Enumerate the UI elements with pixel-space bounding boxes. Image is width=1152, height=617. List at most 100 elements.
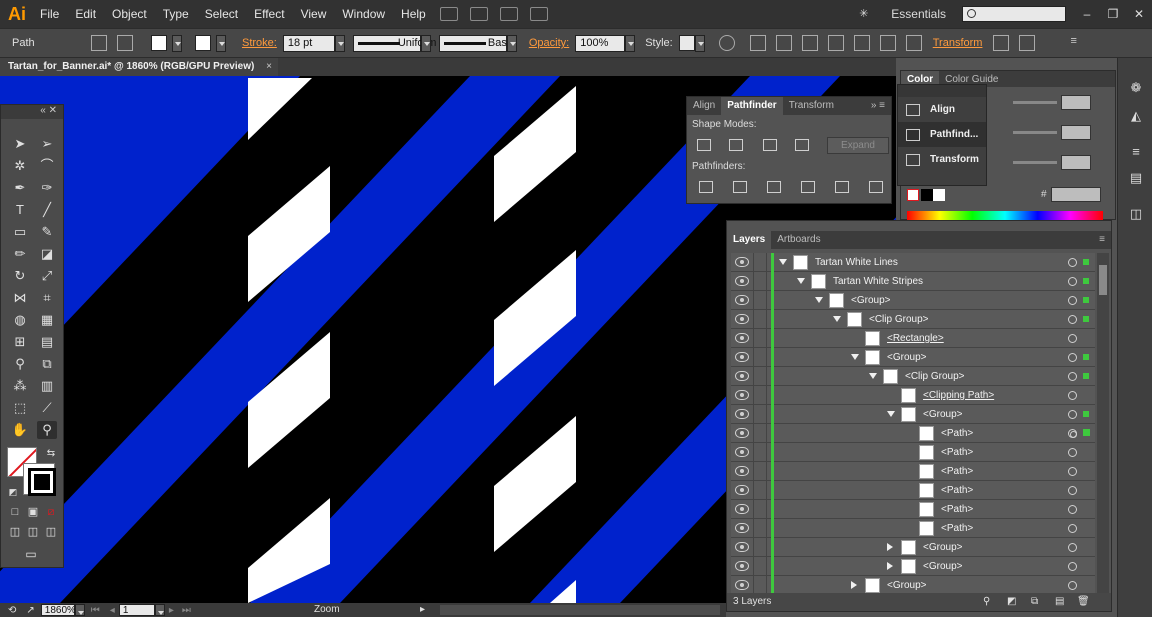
column-graph-tool-icon[interactable]: ▥ [37,377,57,395]
target-circle-icon[interactable] [1068,581,1077,590]
selection-tool-icon[interactable]: ➤ [10,135,30,153]
artboard-dropdown[interactable] [154,604,165,616]
profile-dropdown[interactable] [420,34,431,52]
target-circle-icon[interactable] [1068,296,1077,305]
minimize-button[interactable]: – [1076,7,1098,21]
lasso-tool-icon[interactable]: ⌒ [37,157,57,175]
layer-row[interactable]: <Group> [731,291,1095,310]
lock-toggle[interactable] [753,481,767,500]
create-sublayer-icon[interactable]: ⧉ [1031,593,1038,611]
artboard-tool-icon[interactable]: ⬚ [10,399,30,417]
align-right-icon[interactable] [827,35,844,51]
search-flyout-icon[interactable]: ✳ [859,7,877,21]
flyout-item-pathfinder[interactable]: Pathfind... [898,122,986,147]
crop-icon[interactable] [801,181,815,193]
target-circle-icon[interactable] [1068,486,1077,495]
flyout-item-align[interactable]: Align [898,97,986,122]
align-left-icon[interactable] [775,35,792,51]
fill-dropdown[interactable] [172,34,182,52]
width-tool-icon[interactable]: ⋈ [10,289,30,307]
layer-row[interactable]: <Path> [731,424,1095,443]
color-value-field[interactable] [1061,95,1091,110]
target-circle-icon[interactable] [1068,524,1077,533]
color-mode-icon[interactable]: □ [5,503,25,521]
type-tool-icon[interactable]: T [10,201,30,219]
rotate-view-icon[interactable]: ⟲ [8,605,16,616]
collapse-triangle-icon[interactable] [779,259,787,265]
color-slider[interactable] [1013,131,1057,134]
none-mode-icon[interactable]: ⧄ [41,503,61,521]
align-center-icon[interactable] [801,35,818,51]
visibility-eye-icon[interactable] [735,333,749,343]
bridge-icon[interactable] [439,7,458,21]
layer-row[interactable]: Tartan White Lines [731,253,1095,272]
menu-effect[interactable]: Effect [246,0,292,28]
eraser-tool-icon[interactable]: ◪ [37,245,57,263]
layer-name[interactable]: <Path> [941,500,973,519]
collapse-triangle-icon[interactable] [815,297,823,303]
black-swatch[interactable] [921,189,933,201]
visibility-eye-icon[interactable] [735,580,749,590]
stroke-weight-dropdown[interactable] [334,34,345,52]
last-artboard-icon[interactable]: ⏭ [182,605,191,616]
rotate-tool-icon[interactable]: ↻ [10,267,30,285]
slice-tool-icon[interactable]: ⟋ [37,399,57,417]
curvature-tool-icon[interactable]: ✑ [37,179,57,197]
recolor-artwork-icon[interactable] [718,35,735,51]
screen-mode-icon[interactable]: ▭ [21,545,41,563]
minus-back-icon[interactable] [869,181,883,193]
layer-name[interactable]: <Clip Group> [905,367,964,386]
minus-front-icon[interactable] [729,139,743,151]
target-circle-icon[interactable] [1068,467,1077,476]
new-layer-icon[interactable]: ▤ [1055,593,1064,611]
style-dropdown[interactable] [694,34,705,52]
layer-row[interactable]: <Clip Group> [731,310,1095,329]
libraries-panel-icon[interactable]: ◫ [1127,206,1145,222]
trim-icon[interactable] [733,181,747,193]
shape-builder-tool-icon[interactable]: ◍ [10,311,30,329]
close-document-button[interactable]: × [266,58,272,76]
visibility-eye-icon[interactable] [735,523,749,533]
layer-name[interactable]: <Group> [923,405,962,424]
document-tab[interactable]: Tartan_for_Banner.ai* @ 1860% (RGB/GPU P… [0,58,278,76]
fill-swatch-icon[interactable] [151,35,167,51]
target-circle-icon[interactable] [1068,410,1077,419]
menu-edit[interactable]: Edit [67,0,104,28]
lock-toggle[interactable] [753,557,767,576]
pencil-tool-icon[interactable]: ✏ [10,245,30,263]
layer-row[interactable]: <Path> [731,462,1095,481]
layer-name[interactable]: Tartan White Lines [815,253,898,272]
anchor-point-icon[interactable] [117,35,133,51]
line-segment-tool-icon[interactable]: ╱ [37,201,57,219]
selection-indicator[interactable] [1083,429,1090,436]
menu-file[interactable]: File [32,0,67,28]
visibility-eye-icon[interactable] [735,257,749,267]
arrange-icon[interactable] [1019,35,1036,51]
collapse-triangle-icon[interactable] [833,316,841,322]
sync-settings-icon[interactable] [529,7,548,21]
rectangle-tool-icon[interactable]: ▭ [10,223,30,241]
arrange-documents-icon[interactable] [469,7,488,21]
collapse-triangle-icon[interactable] [887,411,895,417]
stroke-swatch-icon[interactable] [195,35,211,51]
zoom-level-field[interactable]: 1860% [40,604,76,616]
tab-pathfinder[interactable]: Pathfinder [721,97,783,115]
color-spectrum[interactable] [907,211,1103,220]
stroke-color-swatch[interactable] [23,463,56,496]
collapse-triangle-icon[interactable] [851,354,859,360]
flyout-header[interactable] [898,85,986,97]
variable-width-profile[interactable]: Uniform [352,34,436,52]
target-circle-icon[interactable] [1068,353,1077,362]
stroke-dropdown[interactable] [216,34,226,52]
panel-menu-icon[interactable]: ≡ [1070,35,1086,51]
layer-row[interactable]: <Path> [731,519,1095,538]
lock-toggle[interactable] [753,310,767,329]
menu-object[interactable]: Object [104,0,155,28]
panel-menu-icon[interactable]: » ≡ [865,97,891,115]
lock-toggle[interactable] [753,386,767,405]
visibility-eye-icon[interactable] [735,352,749,362]
flyout-item-transform[interactable]: Transform [898,147,986,172]
stroke-panel-icon[interactable]: ≡ [1127,144,1145,160]
layer-name[interactable]: <Path> [941,519,973,538]
paintbrush-tool-icon[interactable]: ✎ [37,223,57,241]
